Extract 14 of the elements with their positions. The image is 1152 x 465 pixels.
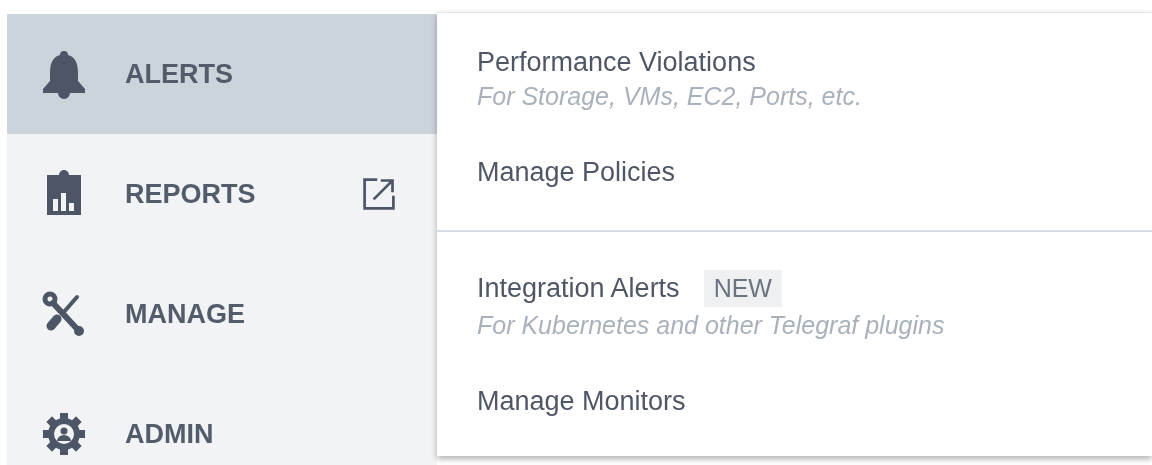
external-link-icon[interactable] — [361, 176, 397, 212]
menu-description: For Kubernetes and other Telegraf plugins — [477, 311, 946, 340]
bell-icon — [41, 49, 87, 99]
menu-description: For Storage, VMs, EC2, Ports, etc. — [477, 82, 863, 111]
menu-link[interactable]: Integration Alerts — [477, 273, 680, 304]
menu-link[interactable]: Manage Monitors — [477, 386, 686, 417]
new-badge: NEW — [703, 270, 782, 307]
menu-link[interactable]: Manage Policies — [477, 157, 676, 188]
nav-item[interactable]: ALERTS — [7, 14, 437, 134]
nav-item[interactable]: REPORTS — [7, 134, 437, 254]
tools-icon — [41, 289, 87, 339]
nav-item[interactable]: ADMIN — [7, 374, 437, 465]
menu-link[interactable]: Performance Violations — [477, 47, 756, 78]
nav-item[interactable]: MANAGE — [7, 254, 437, 374]
